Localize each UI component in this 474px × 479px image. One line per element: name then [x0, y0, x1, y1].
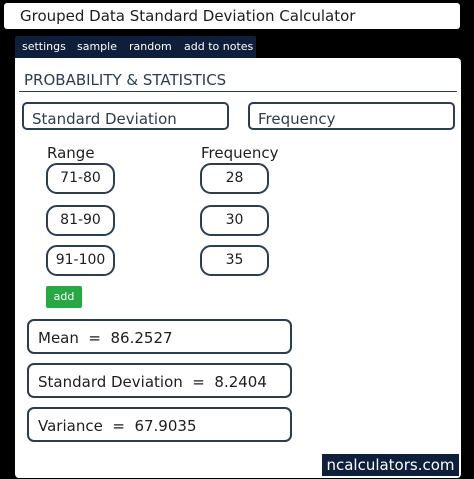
range-column-header: Range — [47, 144, 95, 162]
mean-value: 86.2527 — [110, 329, 173, 347]
variance-result-text: Variance = 67.9035 — [38, 417, 197, 435]
add-row-button[interactable]: add — [46, 286, 82, 308]
frequency-mode-select[interactable]: Frequency — [248, 102, 455, 130]
add-to-notes-link[interactable]: add to notes — [184, 40, 253, 53]
calculator-panel: PROBABILITY & STATISTICS Standard Deviat… — [15, 58, 461, 478]
variance-result: Variance = 67.9035 — [27, 407, 292, 442]
standard-deviation-result: Standard Deviation = 8.2404 — [27, 363, 292, 398]
mean-label: Mean — [38, 329, 79, 347]
heading-divider — [19, 91, 457, 92]
variance-label: Variance — [38, 417, 103, 435]
title-bar: Grouped Data Standard Deviation Calculat… — [4, 3, 460, 29]
brand-link[interactable]: ncalculators.com — [322, 454, 459, 476]
settings-link[interactable]: settings — [22, 40, 66, 53]
section-heading: PROBABILITY & STATISTICS — [24, 71, 227, 89]
sample-link[interactable]: sample — [77, 40, 117, 53]
variance-value: 67.9035 — [134, 417, 197, 435]
range-input-2[interactable]: 81-90 — [46, 205, 115, 236]
range-input-3[interactable]: 91-100 — [46, 245, 115, 276]
standard-deviation-mode-label: Standard Deviation — [32, 110, 177, 128]
frequency-input-2[interactable]: 30 — [200, 205, 269, 236]
mean-result: Mean = 86.2527 — [27, 319, 292, 354]
frequency-mode-label: Frequency — [258, 110, 336, 128]
mean-result-text: Mean = 86.2527 — [38, 329, 173, 347]
page-title: Grouped Data Standard Deviation Calculat… — [20, 7, 356, 25]
standard-deviation-result-text: Standard Deviation = 8.2404 — [38, 373, 267, 391]
standard-deviation-label: Standard Deviation — [38, 373, 183, 391]
toolbar-nav: settings sample random add to notes — [15, 36, 256, 58]
frequency-input-1[interactable]: 28 — [200, 163, 269, 194]
frequency-column-header: Frequency — [201, 144, 279, 162]
range-input-1[interactable]: 71-80 — [46, 163, 115, 194]
standard-deviation-value: 8.2404 — [214, 373, 267, 391]
frequency-input-3[interactable]: 35 — [200, 245, 269, 276]
standard-deviation-mode-select[interactable]: Standard Deviation — [22, 102, 229, 130]
random-link[interactable]: random — [129, 40, 172, 53]
